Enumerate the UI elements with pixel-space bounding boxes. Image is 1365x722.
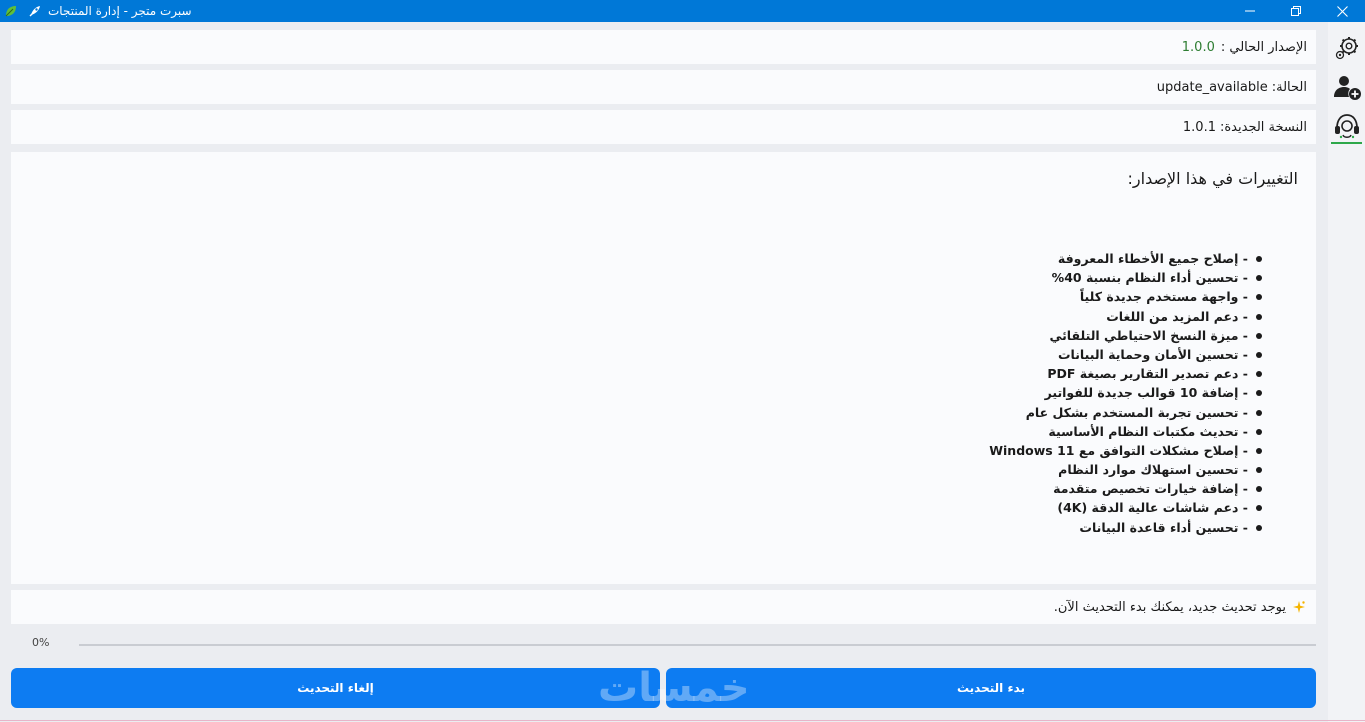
status-label: الحالة: — [1271, 79, 1307, 95]
changelog-item: - واجهة مستخدم جديدة كلياً — [989, 287, 1262, 306]
status-value: update_available — [1156, 79, 1268, 95]
changelog-item: - تحسين الأمان وحماية البيانات — [989, 345, 1262, 364]
minimize-icon — [1245, 10, 1255, 12]
current-version-label: الإصدار الحالي : — [1220, 39, 1307, 55]
changelog-list: - إصلاح جميع الأخطاء المعروفة - تحسين أد… — [989, 249, 1262, 537]
title-bar: سبرت متجر - إدارة المنتجات — [0, 0, 1365, 22]
window-title: سبرت متجر - إدارة المنتجات — [48, 4, 192, 18]
app-leaf-icon — [4, 4, 18, 18]
settings-button[interactable] — [1331, 30, 1362, 64]
changelog-item: - إصلاح جميع الأخطاء المعروفة — [989, 249, 1262, 268]
changelog-item: - دعم تصدير التقارير بصيغة PDF — [989, 364, 1262, 383]
support-button[interactable] — [1331, 110, 1362, 144]
changelog-item: - تحسين أداء النظام بنسبة 40% — [989, 268, 1262, 287]
cancel-update-button[interactable]: إلغاء التحديث — [11, 668, 660, 708]
notice-text: يوجد تحديث جديد، يمكنك بدء التحديث الآن. — [1053, 599, 1286, 615]
current-version-row: الإصدار الحالي : 1.0.0 — [11, 30, 1316, 64]
changelog-item: - تحديث مكتبات النظام الأساسية — [989, 422, 1262, 441]
new-version-label: النسخة الجديدة: — [1219, 119, 1307, 135]
changelog-item: - إضافة خيارات تخصيص متقدمة — [989, 479, 1262, 498]
changelog-item: - تحسين أداء قاعدة البيانات — [989, 518, 1262, 537]
client-area: الإصدار الحالي : 1.0.0 الحالة: update_av… — [0, 22, 1365, 722]
changelog-item: - دعم المزيد من اللغات — [989, 307, 1262, 326]
title-bar-left: سبرت متجر - إدارة المنتجات — [0, 0, 192, 22]
update-panel: الإصدار الحالي : 1.0.0 الحالة: update_av… — [0, 22, 1328, 722]
sparkle-icon — [1292, 600, 1306, 614]
settings-gear-icon — [1335, 37, 1358, 60]
changelog-item: - دعم شاشات عالية الدقة (4K) — [989, 498, 1262, 517]
update-notice: يوجد تحديث جديد، يمكنك بدء التحديث الآن. — [11, 590, 1316, 624]
minimize-button[interactable] — [1227, 0, 1273, 22]
new-version-row: النسخة الجديدة: 1.0.1 — [11, 110, 1316, 144]
current-version-value: 1.0.0 — [1181, 39, 1215, 55]
status-row: الحالة: update_available — [11, 70, 1316, 104]
restore-button[interactable] — [1273, 0, 1319, 22]
window-controls — [1227, 0, 1365, 22]
close-icon — [1336, 5, 1348, 17]
add-user-button[interactable] — [1331, 70, 1362, 104]
support-headset-icon — [1334, 114, 1359, 139]
rocket-icon — [28, 4, 42, 18]
progress-bar — [79, 644, 1316, 646]
watermark-logo: خمسات — [598, 665, 750, 711]
changelog-item: - إضافة 10 قوالب جديدة للفواتير — [989, 383, 1262, 402]
new-version-value: 1.0.1 — [1182, 119, 1216, 135]
changelog-item: - إصلاح مشكلات التوافق مع Windows 11 — [989, 441, 1262, 460]
sidebar — [1328, 22, 1365, 722]
changelog-item: - تحسين تجربة المستخدم بشكل عام — [989, 403, 1262, 422]
changelog-box[interactable]: التغييرات في هذا الإصدار: - إصلاح جميع ا… — [11, 152, 1316, 584]
progress-percent: 0% — [32, 636, 50, 649]
bottom-accent-line — [0, 720, 1365, 721]
changelog-item: - ميزة النسخ الاحتياطي التلقائي — [989, 326, 1262, 345]
add-user-icon — [1333, 76, 1361, 100]
start-update-button[interactable]: بدء التحديث — [666, 668, 1316, 708]
changelog-title: التغييرات في هذا الإصدار: — [1127, 169, 1299, 188]
changelog-item: - تحسين استهلاك موارد النظام — [989, 460, 1262, 479]
close-button[interactable] — [1319, 0, 1365, 22]
restore-icon — [1291, 6, 1301, 16]
